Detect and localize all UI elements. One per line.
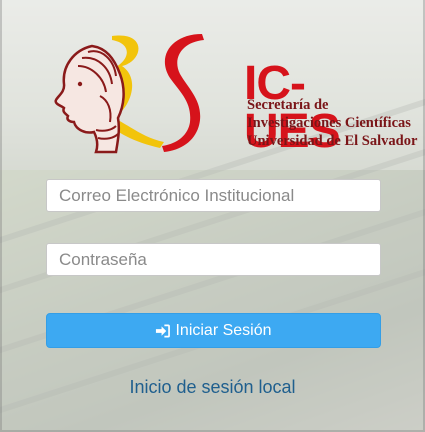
- sign-in-icon: [156, 324, 171, 337]
- logo-subtitle-line-1: Secretaría de: [247, 97, 329, 113]
- minerva-head-icon: [54, 34, 204, 154]
- logo-subtitle-line-2: Investigaciones Científicas: [247, 115, 411, 131]
- sic-ues-logo: IC-UES Secretaría de Investigaciones Cie…: [52, 26, 417, 156]
- email-field[interactable]: [46, 179, 381, 212]
- login-button[interactable]: Iniciar Sesión: [46, 313, 381, 348]
- password-field[interactable]: [46, 243, 381, 276]
- login-button-label: Iniciar Sesión: [175, 321, 272, 339]
- logo-subtitle-line-3: Universidad de El Salvador: [247, 133, 418, 149]
- local-login-link[interactable]: Inicio de sesión local: [0, 377, 425, 398]
